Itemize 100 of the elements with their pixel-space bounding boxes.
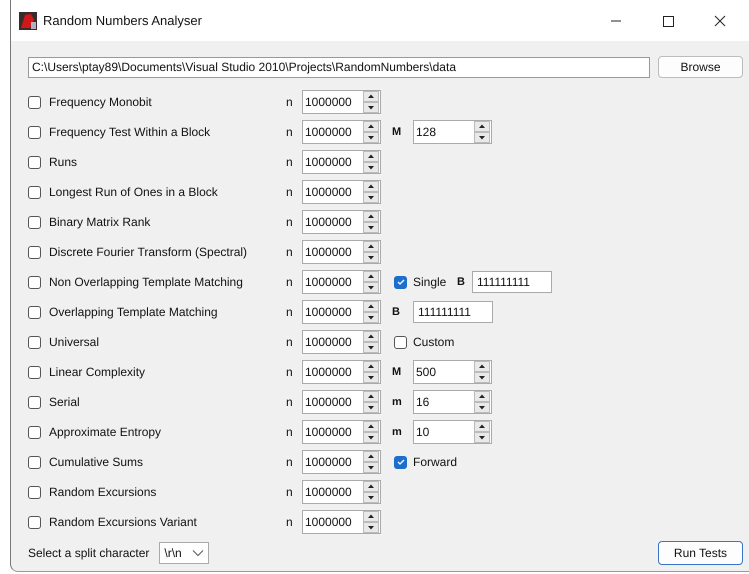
spin-arrows-icon[interactable] [363,151,379,173]
spin-arrows-icon[interactable] [474,391,490,413]
param-field[interactable]: 111111111 [413,301,493,323]
test-checkbox[interactable] [28,426,41,438]
param-spinner[interactable]: 10 [413,420,492,444]
test-checkbox[interactable] [28,156,41,168]
spin-arrows-icon[interactable] [363,331,379,353]
param-spinner[interactable]: 128 [413,120,492,144]
spin-arrows-icon[interactable] [474,421,490,443]
n-spinner[interactable]: 1000000 [302,420,381,444]
param-spinner[interactable]: 500 [413,360,492,384]
test-label: Random Excursions [49,485,156,499]
n-spinner[interactable]: 1000000 [302,300,381,324]
n-spinner[interactable]: 1000000 [302,90,381,114]
spin-arrows-icon[interactable] [363,511,379,533]
n-spinner[interactable]: 1000000 [302,360,381,384]
spin-arrows-icon[interactable] [363,241,379,263]
spin-arrows-icon[interactable] [363,301,379,323]
n-spinner[interactable]: 1000000 [302,120,381,144]
spin-arrows-icon[interactable] [363,421,379,443]
spin-arrows-icon[interactable] [363,271,379,293]
option-checkbox[interactable] [394,276,407,288]
option-label: Custom [413,335,456,349]
spin-arrows-icon[interactable] [363,451,379,473]
n-spinner[interactable]: 1000000 [302,210,381,234]
test-checkbox[interactable] [28,216,41,228]
path-field[interactable]: C:\Users\ptay89\Documents\Visual Studio 2010\Projects\RandomNumbers\data [28,56,650,78]
n-spinner[interactable]: 1000000 [302,150,381,174]
checkmark-icon [396,277,406,287]
split-label: Select a split character [28,546,150,560]
spin-arrows-icon[interactable] [363,391,379,413]
test-label: Binary Matrix Rank [49,215,150,229]
test-checkbox[interactable] [28,126,41,138]
n-spinner[interactable]: 1000000 [302,450,381,474]
n-label: n [286,455,294,469]
option-label: Single [413,275,448,289]
run-tests-button[interactable]: Run Tests [658,541,743,565]
n-spinner[interactable]: 1000000 [302,480,381,504]
test-label: Approximate Entropy [49,425,162,439]
test-label: Random Excursions Variant [49,515,197,529]
test-label: Overlapping Template Matching [49,305,218,319]
checkmark-icon [396,457,406,467]
option-checkbox[interactable] [394,336,407,348]
n-spinner[interactable]: 1000000 [302,240,381,264]
spin-arrows-icon[interactable] [363,181,379,203]
test-checkbox[interactable] [28,306,41,318]
n-label: n [286,155,294,169]
test-checkbox[interactable] [28,276,41,288]
n-label: n [286,485,294,499]
n-spinner[interactable]: 1000000 [302,180,381,204]
test-label: Linear Complexity [49,365,146,379]
spin-arrows-icon[interactable] [363,91,379,113]
n-label: n [286,275,294,289]
param-field[interactable]: 111111111 [472,271,552,293]
split-dropdown[interactable]: \r\n [159,542,210,564]
n-spinner[interactable]: 1000000 [302,390,381,414]
n-label: n [286,125,294,139]
n-label: n [286,395,294,409]
n-spinner[interactable]: 1000000 [302,330,381,354]
test-checkbox[interactable] [28,456,41,468]
test-label: Non Overlapping Template Matching [49,275,243,289]
option-checkbox[interactable] [394,456,407,468]
param-label: m [392,396,403,408]
test-label: Frequency Monobit [49,95,152,109]
test-checkbox[interactable] [28,486,41,498]
n-spinner[interactable]: 1000000 [302,510,381,534]
n-label: n [286,425,294,439]
param-label: B [457,276,466,288]
param-label: M [392,366,402,378]
spin-arrows-icon[interactable] [363,121,379,143]
spin-arrows-icon[interactable] [363,481,379,503]
param-label: M [392,126,402,138]
n-spinner[interactable]: 1000000 [302,270,381,294]
test-label: Longest Run of Ones in a Block [49,185,218,199]
test-checkbox[interactable] [28,246,41,258]
n-label: n [286,305,294,319]
param-spinner[interactable]: 16 [413,390,492,414]
test-checkbox[interactable] [28,186,41,198]
test-label: Serial [49,395,80,409]
n-label: n [286,215,294,229]
param-label: m [392,426,403,438]
spin-arrows-icon[interactable] [363,211,379,233]
param-label: B [392,306,401,318]
spin-arrows-icon[interactable] [474,121,490,143]
test-checkbox[interactable] [28,336,41,348]
test-checkbox[interactable] [28,396,41,408]
n-label: n [286,95,294,109]
test-label: Frequency Test Within a Block [49,125,210,139]
browse-button[interactable]: Browse [658,56,743,78]
window-title: Random Numbers Analyser [43,13,202,28]
test-checkbox[interactable] [28,516,41,528]
test-label: Discrete Fourier Transform (Spectral) [49,245,248,259]
n-label: n [286,245,294,259]
option-label: Forward [413,455,457,469]
n-label: n [286,515,294,529]
test-checkbox[interactable] [28,366,41,378]
spin-arrows-icon[interactable] [474,361,490,383]
spin-arrows-icon[interactable] [363,361,379,383]
test-label: Cumulative Sums [49,455,144,469]
test-checkbox[interactable] [28,96,41,108]
